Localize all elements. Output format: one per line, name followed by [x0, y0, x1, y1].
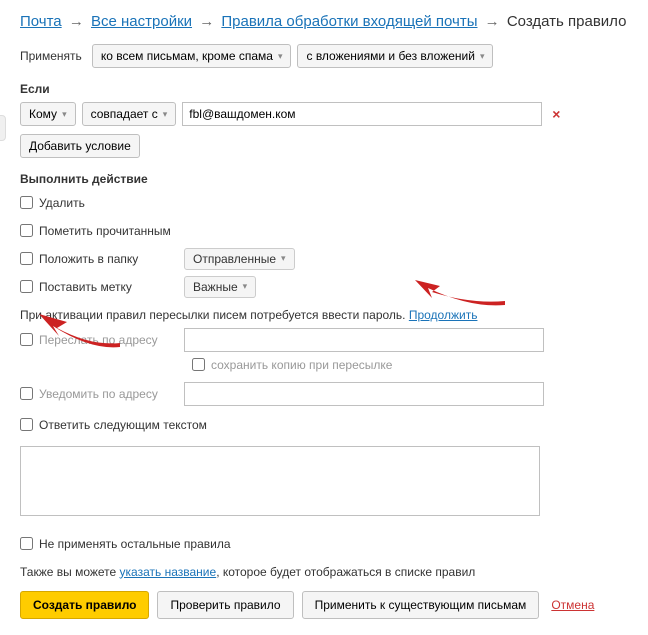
add-condition-button[interactable]: Добавить условие: [20, 134, 140, 158]
actions-heading: Выполнить действие: [20, 172, 632, 186]
action-delete-checkbox[interactable]: [20, 196, 33, 209]
conditions-heading: Если: [20, 82, 632, 96]
action-movefolder-label: Положить в папку: [39, 252, 184, 266]
no-other-rules-checkbox[interactable]: [20, 537, 33, 550]
apply-scope-select[interactable]: ко всем письмам, кроме спама▾: [92, 44, 292, 68]
label-select[interactable]: Важные▾: [184, 276, 256, 298]
save-copy-label: сохранить копию при пересылке: [211, 358, 392, 372]
breadcrumb-mail[interactable]: Почта: [20, 13, 62, 30]
action-notify-checkbox[interactable]: [20, 387, 33, 400]
condition-op-select[interactable]: совпадает c▾: [82, 102, 177, 126]
no-other-rules-label: Не применять остальные правила: [39, 537, 231, 551]
save-copy-checkbox[interactable]: [192, 358, 205, 371]
cancel-link[interactable]: Отмена: [551, 598, 594, 612]
set-name-link[interactable]: указать название: [120, 565, 217, 579]
check-rule-button[interactable]: Проверить правило: [157, 591, 293, 619]
name-footnote: Также вы можете указать название, которо…: [20, 565, 632, 579]
condition-field-select[interactable]: Кому▾: [20, 102, 76, 126]
condition-value-input[interactable]: [182, 102, 542, 126]
forward-note: При активации правил пересылки писем пот…: [20, 308, 632, 322]
action-markread-checkbox[interactable]: [20, 224, 33, 237]
breadcrumb-rules[interactable]: Правила обработки входящей почты: [221, 13, 477, 30]
create-rule-button[interactable]: Создать правило: [20, 591, 149, 619]
breadcrumb-current: Создать правило: [507, 13, 627, 30]
action-setlabel-checkbox[interactable]: [20, 280, 33, 293]
reply-text-input[interactable]: [20, 446, 540, 516]
action-movefolder-checkbox[interactable]: [20, 252, 33, 265]
action-setlabel-label: Поставить метку: [39, 280, 184, 294]
remove-condition-icon[interactable]: ×: [552, 106, 560, 122]
breadcrumb: Почта → Все настройки → Правила обработк…: [20, 12, 632, 32]
forward-address-input[interactable]: [184, 328, 544, 352]
action-delete-label: Удалить: [39, 196, 184, 210]
apply-existing-button[interactable]: Применить к существующим письмам: [302, 591, 540, 619]
breadcrumb-settings[interactable]: Все настройки: [91, 13, 192, 30]
sidebar-tab[interactable]: [0, 115, 6, 141]
action-markread-label: Пометить прочитанным: [39, 224, 184, 238]
action-notify-label: Уведомить по адресу: [39, 387, 184, 401]
action-reply-label: Ответить следующим текстом: [39, 418, 207, 432]
action-reply-checkbox[interactable]: [20, 418, 33, 431]
action-forward-label: Переслать по адресу: [39, 333, 184, 347]
folder-select[interactable]: Отправленные▾: [184, 248, 295, 270]
notify-address-input[interactable]: [184, 382, 544, 406]
forward-continue-link[interactable]: Продолжить: [409, 308, 478, 322]
apply-attachments-select[interactable]: с вложениями и без вложений▾: [297, 44, 493, 68]
action-forward-checkbox[interactable]: [20, 333, 33, 346]
apply-label: Применять: [20, 49, 82, 63]
